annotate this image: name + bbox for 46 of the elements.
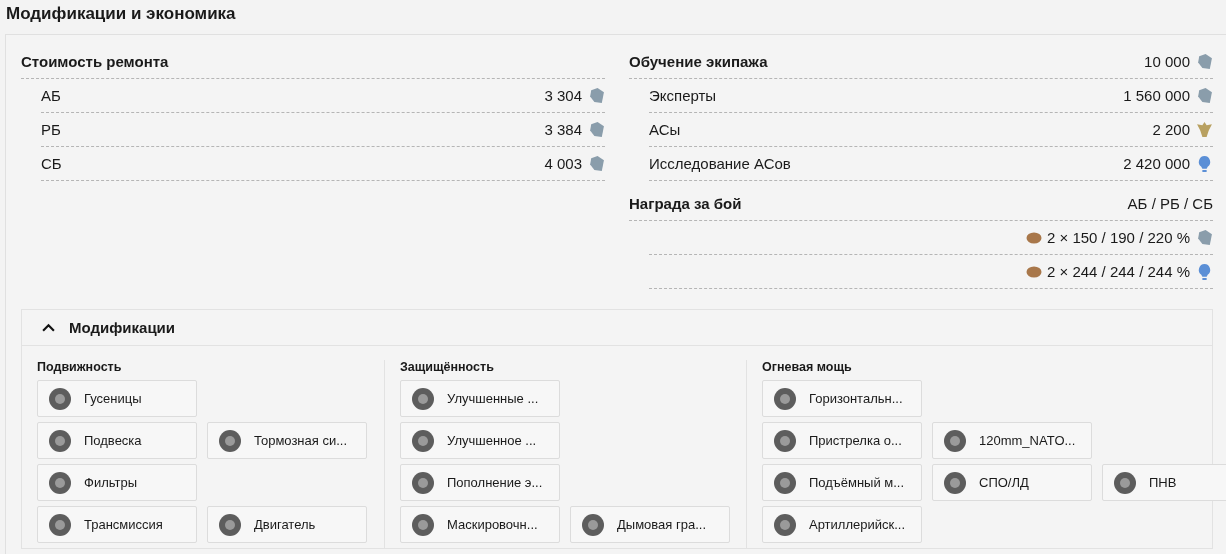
modification-button[interactable]: Маскировочн... [400,506,560,543]
coin-icon [1025,265,1042,278]
modification-button[interactable]: Пополнение э... [400,464,560,501]
group-title: Подвижность [37,360,123,374]
coin-icon [1025,231,1042,244]
modification-button[interactable]: Горизонтальн... [762,380,922,417]
row-label: АБ [41,87,62,104]
row-label: СБ [41,155,63,172]
row-value: 3 304 [544,87,582,104]
section-heading: Награда за бой [629,195,743,212]
bulb-icon [1196,263,1213,280]
modification-button[interactable]: Подъёмный м... [762,464,922,501]
section-heading: Обучение экипажа [629,53,769,70]
modification-button[interactable]: Пристрелка о... [762,422,922,459]
row-value: 4 003 [544,155,582,172]
row-value: 1 560 000 [1123,87,1190,104]
row-value: 3 384 [544,121,582,138]
modification-button[interactable]: Улучшенное ... [400,422,560,459]
group-title: Огневая мощь [762,360,853,374]
row-value: 10 000 [1144,53,1190,70]
modification-button[interactable]: Двигатель [207,506,367,543]
reward-value: 2 × 150 / 190 / 220 % [1046,229,1190,246]
modification-button[interactable]: ПНВ [1102,464,1226,501]
modification-button[interactable]: Тормозная си... [207,422,367,459]
bulb-icon [1196,155,1213,172]
modification-button[interactable]: Фильтры [37,464,197,501]
section-heading: Стоимость ремонта [21,53,170,70]
modification-button[interactable]: Трансмиссия [37,506,197,543]
row-label: Эксперты [649,87,718,104]
chevron-icon [42,323,55,332]
row-label: Исследование АСов [649,155,792,172]
row-label: АСы [649,121,682,138]
modification-button[interactable]: Гусеницы [37,380,197,417]
mode-labels: АБ / РБ / СБ [1127,195,1213,212]
modification-button[interactable]: Улучшенные ... [400,380,560,417]
modification-button[interactable]: Подвеска [37,422,197,459]
modification-button[interactable]: Артиллерийск... [762,506,922,543]
group-title: Защищённость [400,360,495,374]
reward-value: 2 × 244 / 244 / 244 % [1046,263,1190,280]
row-label: РБ [41,121,62,138]
modification-button[interactable]: СПО/ЛД [932,464,1092,501]
modification-button[interactable]: Дымовая гра... [570,506,730,543]
row-value: 2 200 [1152,121,1190,138]
page-title: Модификации и экономика [5,3,237,25]
row-value: 2 420 000 [1123,155,1190,172]
modification-button[interactable]: 120mm_NATO... [932,422,1092,459]
